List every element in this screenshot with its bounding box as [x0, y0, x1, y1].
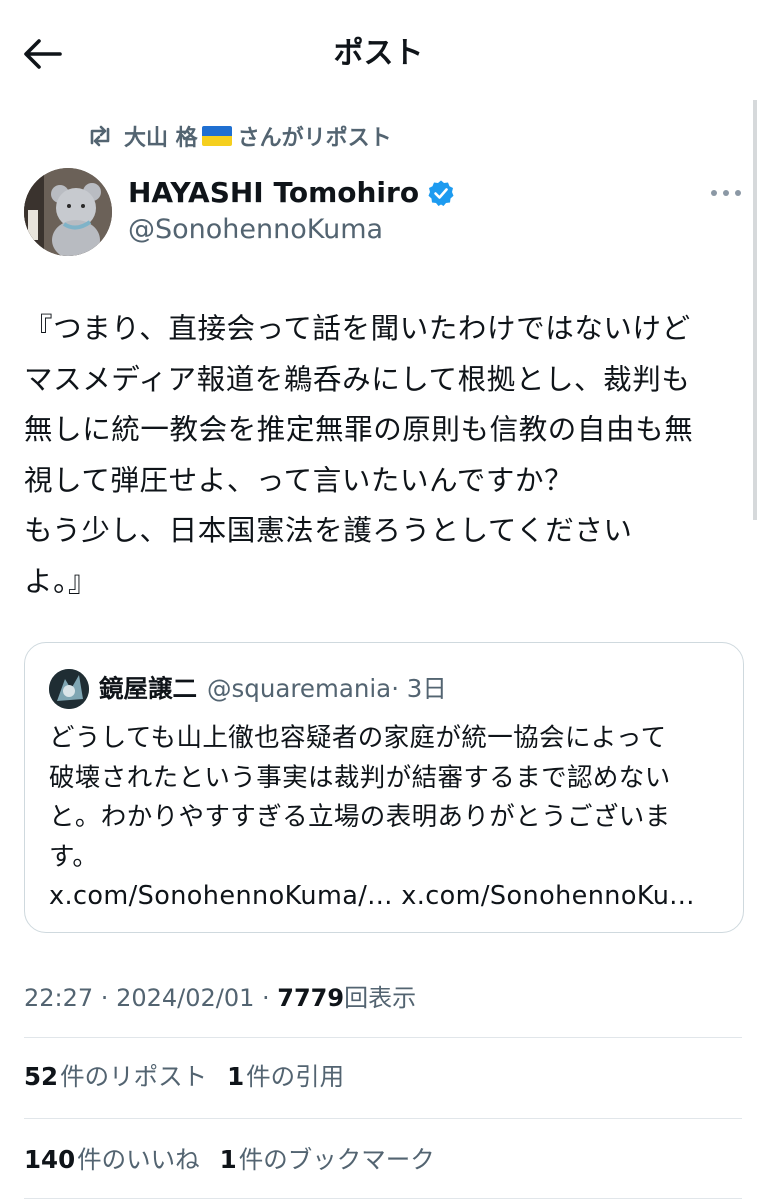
quote-author-name: 鏡屋譲二 — [99, 674, 197, 703]
meta-separator: · — [93, 984, 117, 1012]
quoted-post[interactable]: 鏡屋譲二 @squaremania· 3日 どうしても山上徹也容疑者の家庭が統一協… — [24, 642, 744, 933]
author-avatar[interactable] — [24, 168, 112, 256]
bookmark-count-link[interactable]: 1件のブックマーク — [220, 1140, 435, 1180]
stats-row-reposts: 52件のリポスト 1件の引用 — [24, 1057, 364, 1097]
more-horizontal-icon — [711, 190, 741, 196]
divider — [24, 1198, 742, 1199]
stats-row-likes: 140件のいいね 1件のブックマーク — [24, 1140, 455, 1180]
quote-count: 1 — [227, 1062, 245, 1091]
like-count: 140 — [24, 1145, 76, 1174]
bookmark-count: 1 — [219, 1145, 237, 1174]
quote-time: · 3日 — [391, 674, 447, 703]
divider — [24, 1037, 742, 1038]
like-count-link[interactable]: 140件のいいね — [24, 1140, 200, 1180]
page-title: ポスト — [333, 36, 424, 71]
bookmark-count-label: 件のブックマーク — [238, 1145, 435, 1174]
meta-separator: · — [254, 984, 278, 1012]
verified-badge-icon — [427, 179, 455, 207]
repost-banner[interactable]: 大山 格 さんがリポスト — [86, 120, 392, 152]
repost-icon — [86, 122, 114, 150]
post-date[interactable]: 2024/02/01 — [116, 984, 254, 1012]
author-name-text: HAYASHI Tomohiro — [128, 176, 420, 209]
view-count: 7779 — [277, 984, 345, 1012]
post-meta: 22:27 · 2024/02/01 · 7779回表示 — [24, 978, 416, 1018]
repost-count: 52 — [24, 1062, 59, 1091]
view-label: 回表示 — [344, 984, 417, 1012]
quote-count-link[interactable]: 1件の引用 — [227, 1057, 344, 1097]
post-text: 『つまり、直接会って話を聞いたわけではないけど マスメディア報道を鵜呑みにして根… — [24, 312, 694, 598]
repost-count-link[interactable]: 52件のリポスト — [24, 1057, 207, 1097]
edge-marker — [753, 100, 757, 520]
like-count-label: 件のいいね — [77, 1145, 200, 1174]
repost-suffix: さんがリポスト — [237, 126, 392, 151]
quote-avatar — [49, 669, 89, 709]
divider — [24, 1118, 742, 1119]
more-button[interactable] — [706, 178, 746, 208]
repost-count-label: 件のリポスト — [60, 1062, 208, 1091]
quote-avatar-image — [49, 669, 89, 709]
post-time[interactable]: 22:27 — [24, 984, 93, 1012]
author-handle[interactable]: @SonohennoKuma — [128, 212, 383, 248]
quote-author-handle: @squaremania — [207, 674, 392, 703]
quote-header: 鏡屋譲二 @squaremania· 3日 — [99, 671, 447, 707]
teddy-bear-avatar-image — [24, 168, 112, 256]
quote-count-label: 件の引用 — [246, 1062, 345, 1091]
ukraine-flag-icon — [201, 126, 232, 146]
author-name[interactable]: HAYASHI Tomohiro — [128, 175, 455, 211]
repost-user: 大山 格 — [124, 126, 198, 151]
quote-text: どうしても山上徹也容疑者の家庭が統一協会によって 破壊されたという事実は裁判が結… — [49, 723, 695, 911]
top-bar: ポスト — [0, 0, 757, 100]
